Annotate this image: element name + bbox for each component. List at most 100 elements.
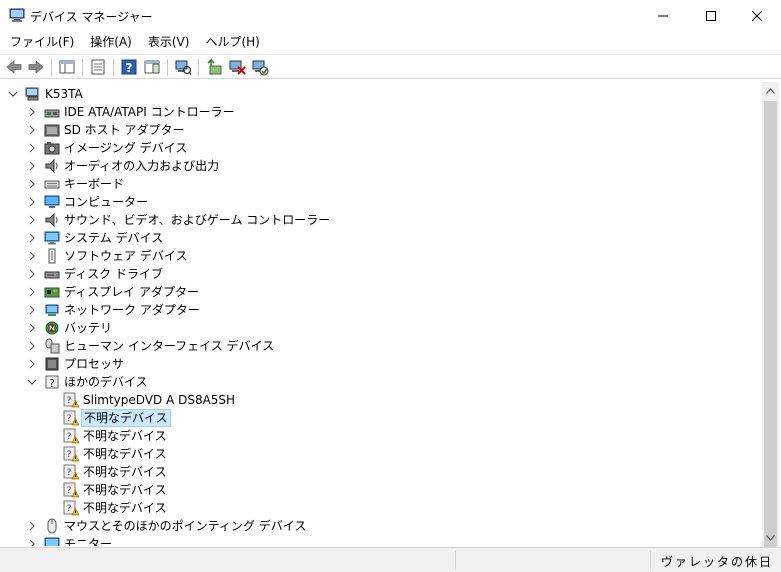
help-icon[interactable]: ? bbox=[120, 58, 138, 76]
tree-device[interactable]: ? SlimtypeDVD A DS8A5SH bbox=[0, 391, 760, 409]
tree-node-label: ほかのデバイス bbox=[64, 375, 148, 389]
tree-device[interactable]: ? 不明なデバイス bbox=[0, 445, 760, 463]
tree-category[interactable]: オーディオの入力および出力 bbox=[0, 157, 760, 175]
chevron-right-icon[interactable] bbox=[27, 229, 37, 247]
tree-category[interactable]: IDE ATA/ATAPI コントローラー bbox=[0, 103, 760, 121]
device-tree[interactable]: K53TA IDE ATA/ATAPI コントローラー SD ホスト アダプターイメ… bbox=[0, 82, 762, 546]
maximize-button[interactable] bbox=[688, 0, 734, 31]
speaker-icon bbox=[45, 212, 58, 228]
tree-node-label: ディスク ドライブ bbox=[64, 267, 163, 281]
show-hide-console-tree-icon[interactable] bbox=[58, 58, 76, 76]
toolbar-separator bbox=[113, 59, 114, 76]
chevron-right-icon[interactable] bbox=[27, 175, 37, 193]
camera-icon bbox=[44, 142, 60, 155]
tree-category[interactable]: ディスプレイ アダプター bbox=[0, 283, 760, 301]
menu-help[interactable]: ヘルプ(H) bbox=[199, 31, 265, 53]
computer-icon bbox=[44, 195, 60, 208]
chevron-right-icon[interactable] bbox=[27, 283, 37, 301]
enable-device-icon[interactable] bbox=[251, 58, 269, 76]
menu-file[interactable]: ファイル(F) bbox=[4, 31, 80, 53]
tree-category[interactable]: キーボード bbox=[0, 175, 760, 193]
unknown-device-icon: ? bbox=[63, 410, 79, 426]
chevron-right-icon[interactable] bbox=[27, 211, 37, 229]
chevron-down-icon[interactable] bbox=[8, 85, 18, 103]
unknown-device-icon: ? bbox=[63, 464, 79, 480]
monitor-icon bbox=[44, 537, 60, 546]
tree-category[interactable]: イメージング デバイス bbox=[0, 139, 760, 157]
tree-category[interactable]: マウスとそのほかのポインティング デバイス bbox=[0, 517, 760, 535]
tree-node-label: 不明なデバイス bbox=[83, 501, 167, 515]
chevron-right-icon[interactable] bbox=[27, 337, 37, 355]
update-driver-icon[interactable] bbox=[205, 58, 223, 76]
chevron-down-icon[interactable] bbox=[27, 373, 37, 391]
tree-category[interactable]: プロセッサ bbox=[0, 355, 760, 373]
chevron-right-icon[interactable] bbox=[27, 301, 37, 319]
status-text: ヴァレッタの休日 bbox=[660, 555, 773, 569]
chevron-right-icon[interactable] bbox=[27, 265, 37, 283]
tree-category[interactable]: ディスク ドライブ bbox=[0, 265, 760, 283]
tree-category[interactable]: ネットワーク アダプター bbox=[0, 301, 760, 319]
status-pane bbox=[456, 551, 651, 570]
close-button[interactable] bbox=[734, 0, 780, 31]
tree-node-label: 不明なデバイス bbox=[83, 447, 167, 461]
scan-hardware-icon[interactable] bbox=[174, 58, 192, 76]
forward-arrow-icon[interactable] bbox=[27, 58, 45, 76]
tree-node-label: 不明なデバイス bbox=[83, 465, 167, 479]
scrollbar-thumb[interactable] bbox=[764, 101, 777, 551]
scroll-down-button[interactable] bbox=[762, 529, 779, 546]
tree-device[interactable]: ? 不明なデバイス bbox=[0, 463, 760, 481]
chevron-right-icon[interactable] bbox=[27, 103, 37, 121]
back-arrow-icon[interactable] bbox=[5, 58, 23, 76]
tree-device[interactable]: ? 不明なデバイス bbox=[0, 427, 760, 445]
chevron-right-icon[interactable] bbox=[27, 355, 37, 373]
software-device-icon bbox=[48, 248, 56, 264]
status-pane bbox=[0, 551, 456, 570]
chevron-right-icon[interactable] bbox=[27, 517, 37, 535]
tree-device[interactable]: ? 不明なデバイス bbox=[0, 409, 760, 427]
tree-category[interactable]: ソフトウェア デバイス bbox=[0, 247, 760, 265]
uninstall-device-icon[interactable] bbox=[228, 58, 246, 76]
tree-category[interactable]: コンピューター bbox=[0, 193, 760, 211]
tree-node-label: ソフトウェア デバイス bbox=[64, 249, 188, 263]
window-title: デバイス マネージャー bbox=[30, 10, 153, 24]
tree-node-label: ヒューマン インターフェイス デバイス bbox=[64, 339, 275, 353]
svg-text:?: ? bbox=[67, 504, 72, 514]
tree-category[interactable]: SD ホスト アダプター bbox=[0, 121, 760, 139]
tree-category[interactable]: ? ほかのデバイス bbox=[0, 373, 760, 391]
tree-device[interactable]: ? 不明なデバイス bbox=[0, 499, 760, 517]
tree-root[interactable]: K53TA bbox=[0, 85, 760, 103]
svg-text:?: ? bbox=[67, 432, 72, 442]
properties-icon[interactable] bbox=[89, 58, 107, 76]
chevron-right-icon[interactable] bbox=[27, 247, 37, 265]
vertical-scrollbar[interactable] bbox=[762, 82, 779, 551]
unknown-device-icon: ? bbox=[63, 392, 79, 408]
chevron-right-icon[interactable] bbox=[27, 139, 37, 157]
battery-icon bbox=[45, 321, 59, 335]
toolbar-separator bbox=[167, 59, 168, 76]
tree-node-label: SD ホスト アダプター bbox=[64, 123, 185, 137]
scroll-up-button[interactable] bbox=[762, 82, 779, 99]
minimize-button[interactable] bbox=[640, 0, 686, 31]
minimize-icon bbox=[658, 15, 668, 16]
tree-category[interactable]: モニター bbox=[0, 535, 760, 546]
tree-category[interactable]: バッテリ bbox=[0, 319, 760, 337]
chevron-right-icon[interactable] bbox=[27, 535, 37, 546]
chevron-right-icon[interactable] bbox=[27, 319, 37, 337]
chevron-right-icon[interactable] bbox=[27, 121, 37, 139]
tree-node-label: システム デバイス bbox=[64, 231, 164, 245]
action-pane-icon[interactable] bbox=[143, 58, 161, 76]
sd-host-icon bbox=[44, 124, 60, 137]
monitor-icon bbox=[44, 231, 60, 245]
chevron-right-icon[interactable] bbox=[27, 157, 37, 175]
toolbar-separator bbox=[198, 59, 199, 76]
maximize-icon bbox=[706, 10, 716, 21]
tree-node-label: 不明なデバイス bbox=[83, 429, 167, 443]
chevron-right-icon[interactable] bbox=[27, 193, 37, 211]
menu-action[interactable]: 操作(A) bbox=[84, 31, 138, 53]
tree-node-label: モニター bbox=[64, 537, 113, 546]
tree-device[interactable]: ? 不明なデバイス bbox=[0, 481, 760, 499]
menu-view[interactable]: 表示(V) bbox=[142, 31, 196, 53]
tree-category[interactable]: サウンド、ビデオ、およびゲーム コントローラー bbox=[0, 211, 760, 229]
tree-category[interactable]: ヒューマン インターフェイス デバイス bbox=[0, 337, 760, 355]
tree-category[interactable]: システム デバイス bbox=[0, 229, 760, 247]
